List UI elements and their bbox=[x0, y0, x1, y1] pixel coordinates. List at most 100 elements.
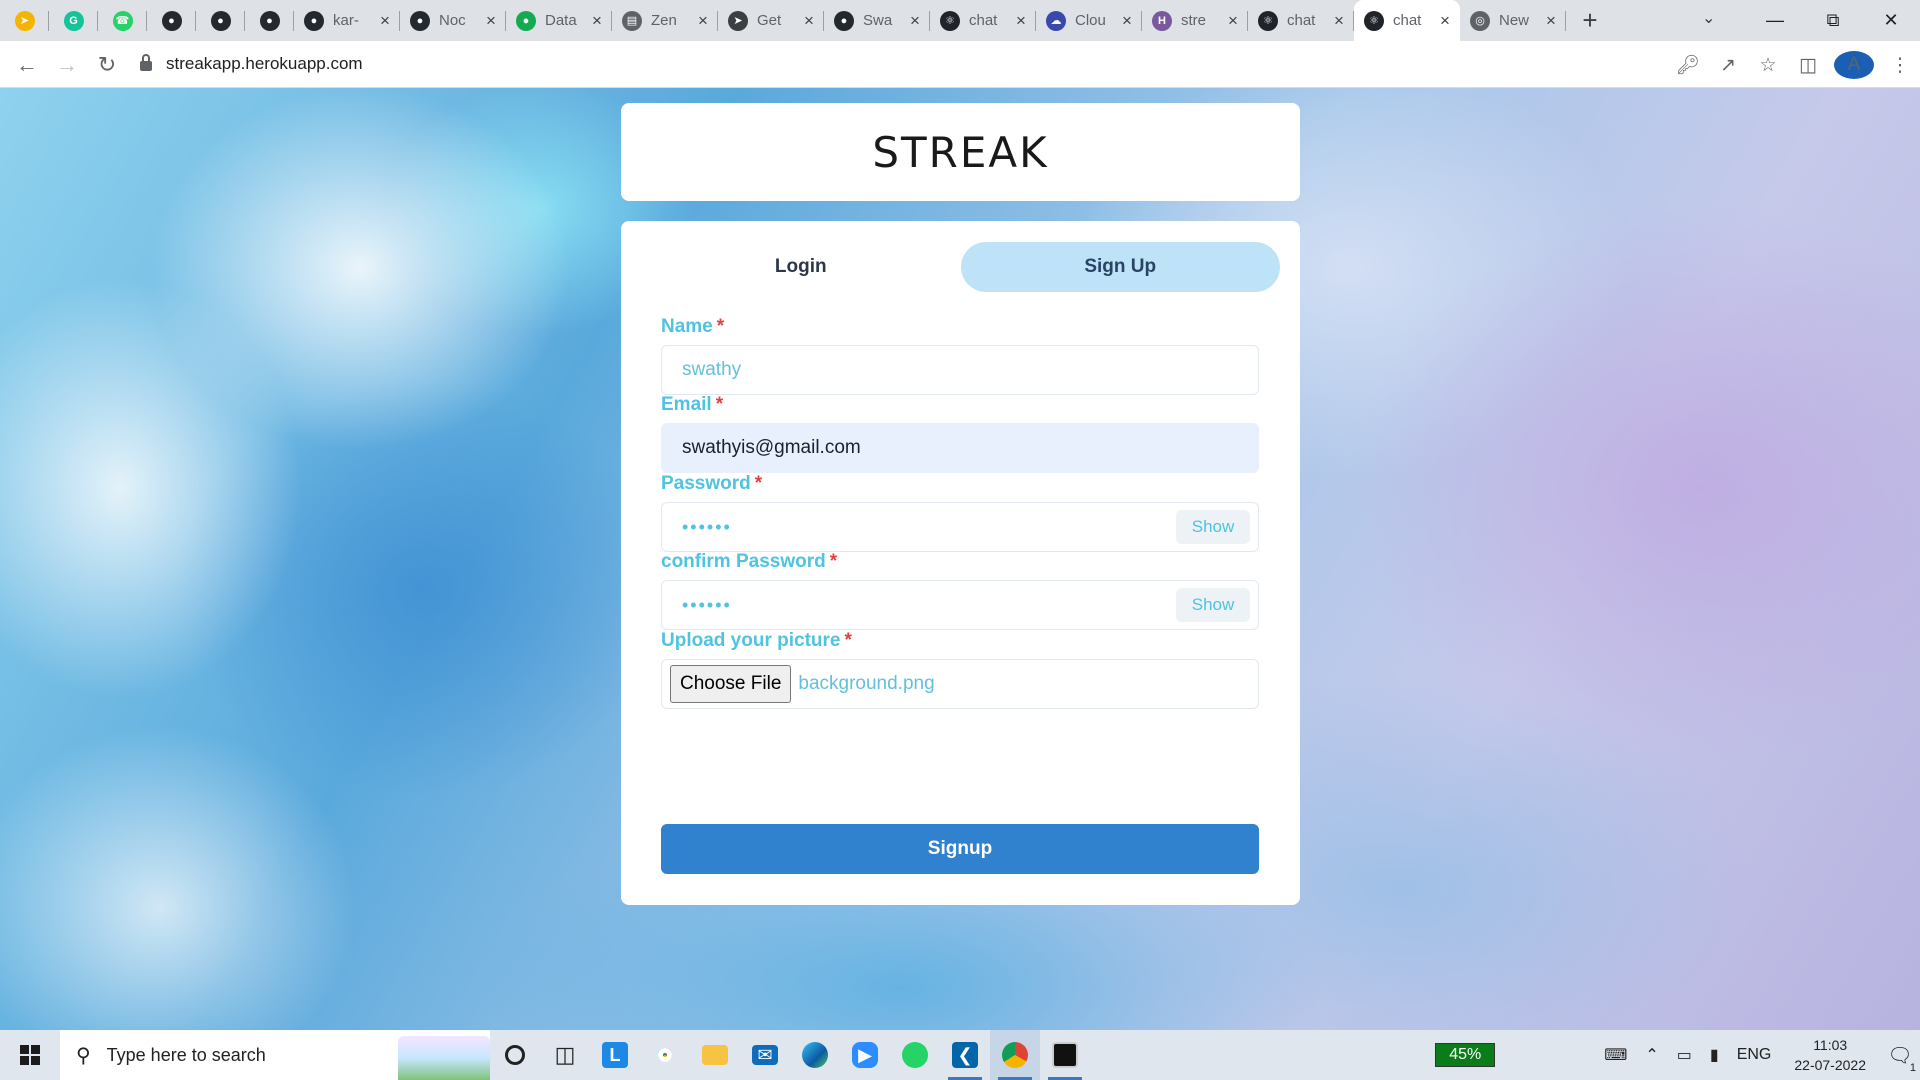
chevron-up-icon[interactable]: ⌃ bbox=[1645, 1045, 1658, 1065]
tab-close-icon[interactable]: × bbox=[376, 11, 394, 30]
password-input[interactable]: •••••• Show bbox=[661, 502, 1259, 552]
notification-icon[interactable]: 🗨︎ 1 bbox=[1880, 1043, 1920, 1074]
bookmark-star-icon[interactable]: ☆ bbox=[1748, 54, 1788, 77]
browser-tab[interactable]: ◎ New × bbox=[1460, 0, 1566, 41]
zoom-icon[interactable]: ▶ bbox=[840, 1030, 890, 1080]
task-view-icon[interactable]: ◫ bbox=[540, 1030, 590, 1080]
mongodb-icon: ● bbox=[516, 10, 536, 31]
side-panel-icon[interactable]: ◫ bbox=[1788, 54, 1828, 77]
email-input[interactable]: swathyis@gmail.com bbox=[661, 423, 1259, 473]
browser-tab[interactable]: ● Data × bbox=[506, 0, 612, 41]
github-icon: ● bbox=[410, 10, 430, 31]
new-tab-button[interactable]: + bbox=[1570, 0, 1610, 41]
browser-tab-active[interactable]: ⚛ chat × bbox=[1354, 0, 1460, 41]
browser-tab[interactable]: ● bbox=[147, 0, 196, 41]
clock[interactable]: 11:03 22-07-2022 bbox=[1794, 1035, 1866, 1075]
browser-tab[interactable]: G bbox=[49, 0, 98, 41]
browser-tab[interactable]: ● Swa × bbox=[824, 0, 930, 41]
tab-close-icon[interactable]: × bbox=[1330, 11, 1348, 30]
github-icon: ● bbox=[161, 10, 182, 31]
browser-tab[interactable]: ● bbox=[196, 0, 245, 41]
tab-title: chat bbox=[1393, 12, 1422, 29]
browser-tab[interactable]: ➤ bbox=[0, 0, 49, 41]
battery-percent-badge[interactable]: 45% bbox=[1435, 1043, 1496, 1067]
tab-close-icon[interactable]: × bbox=[694, 11, 712, 30]
required-marker: * bbox=[829, 551, 838, 572]
tab-close-icon[interactable]: × bbox=[1224, 11, 1242, 30]
email-label: Email * bbox=[661, 394, 723, 416]
tab-close-icon[interactable]: × bbox=[482, 11, 500, 30]
browser-tab[interactable]: ⚛ chat × bbox=[930, 0, 1036, 41]
tab-title: chat bbox=[969, 12, 998, 29]
tab-close-icon[interactable]: × bbox=[1436, 11, 1454, 30]
chrome-profile-icon[interactable] bbox=[990, 1030, 1040, 1080]
grammarly-icon: G bbox=[63, 10, 84, 31]
taskbar-search[interactable]: ⚲ Type here to search bbox=[60, 1030, 490, 1080]
tab-close-icon[interactable]: × bbox=[1118, 11, 1136, 30]
l-app-icon[interactable]: L bbox=[590, 1030, 640, 1080]
terminal-icon[interactable] bbox=[1040, 1030, 1090, 1080]
browser-tab[interactable]: ● bbox=[245, 0, 294, 41]
profile-avatar[interactable]: A bbox=[1834, 51, 1874, 79]
key-icon[interactable]: 🔑︎ bbox=[1668, 53, 1708, 77]
edge-icon[interactable] bbox=[790, 1030, 840, 1080]
browser-tab[interactable]: ⚛ chat × bbox=[1248, 0, 1354, 41]
windows-icon bbox=[20, 1045, 40, 1065]
password-show-button[interactable]: Show bbox=[1176, 510, 1250, 544]
tab-search-chevron-icon[interactable]: ⌄ bbox=[1702, 8, 1715, 28]
start-button[interactable] bbox=[0, 1030, 60, 1080]
language-indicator[interactable]: ENG bbox=[1737, 1046, 1772, 1064]
tab-signup[interactable]: Sign Up bbox=[960, 242, 1280, 292]
name-value: swathy bbox=[682, 359, 742, 380]
tab-title: Swa bbox=[863, 12, 893, 29]
vscode-icon[interactable]: ❮ bbox=[940, 1030, 990, 1080]
tab-close-icon[interactable]: × bbox=[906, 11, 924, 30]
back-arrow-icon[interactable]: ← bbox=[12, 50, 42, 80]
menu-kebab-icon[interactable]: ⋮ bbox=[1880, 54, 1920, 77]
lock-icon[interactable] bbox=[140, 54, 152, 71]
signup-button[interactable]: Signup bbox=[661, 824, 1259, 874]
url-text[interactable]: streakapp.herokuapp.com bbox=[166, 54, 363, 74]
cortana-icon[interactable] bbox=[490, 1030, 540, 1080]
picture-label: Upload your picture * bbox=[661, 630, 852, 652]
keyboard-icon[interactable]: ⌨ bbox=[1604, 1045, 1627, 1065]
device-icon[interactable]: ▭ bbox=[1677, 1045, 1692, 1065]
browser-tab[interactable]: ● kar- × bbox=[294, 0, 400, 41]
browser-tab[interactable]: Hstre × bbox=[1142, 0, 1248, 41]
name-input[interactable]: swathy bbox=[661, 345, 1259, 395]
tab-login[interactable]: Login bbox=[641, 242, 961, 292]
chrome-icon[interactable] bbox=[640, 1030, 690, 1080]
confirm-password-label-text: confirm Password bbox=[661, 551, 826, 572]
close-window-icon[interactable]: ✕ bbox=[1862, 10, 1920, 31]
confirm-password-show-button[interactable]: Show bbox=[1176, 588, 1250, 622]
clock-time: 11:03 bbox=[1813, 1037, 1848, 1053]
forward-arrow-icon[interactable]: → bbox=[52, 50, 82, 80]
browser-tab[interactable]: ▤ Zen × bbox=[612, 0, 718, 41]
tab-close-icon[interactable]: × bbox=[588, 11, 606, 30]
file-explorer-icon[interactable] bbox=[690, 1030, 740, 1080]
browser-tab[interactable]: ☎ bbox=[98, 0, 147, 41]
maximize-icon[interactable]: ⧉ bbox=[1804, 10, 1862, 31]
mail-icon[interactable]: ✉ bbox=[740, 1030, 790, 1080]
browser-tab[interactable]: ☁ Clou × bbox=[1036, 0, 1142, 41]
address-bar[interactable]: streakapp.herokuapp.com bbox=[140, 47, 1640, 81]
battery-icon[interactable]: ▮ bbox=[1710, 1045, 1719, 1065]
react-icon: ⚛ bbox=[1258, 10, 1278, 31]
browser-tab[interactable]: ● Noc × bbox=[400, 0, 506, 41]
whatsapp-icon[interactable] bbox=[890, 1030, 940, 1080]
browser-tab[interactable]: ➤ Get × bbox=[718, 0, 824, 41]
window-controls: — ⧉ ✕ bbox=[1746, 0, 1920, 41]
tab-close-icon[interactable]: × bbox=[1542, 11, 1560, 30]
auth-tabs: Login Sign Up bbox=[641, 242, 1280, 292]
share-icon[interactable]: ↗ bbox=[1708, 54, 1748, 77]
react-icon: ⚛ bbox=[1364, 10, 1384, 31]
choose-file-button[interactable]: Choose File bbox=[670, 665, 792, 703]
tab-close-icon[interactable]: × bbox=[800, 11, 818, 30]
tab-title: Get bbox=[757, 12, 782, 29]
reload-icon[interactable]: ↻ bbox=[92, 50, 122, 80]
github-icon: ● bbox=[210, 10, 231, 31]
minimize-icon[interactable]: — bbox=[1746, 10, 1804, 31]
tab-title: Noc bbox=[439, 12, 466, 29]
tab-close-icon[interactable]: × bbox=[1012, 11, 1030, 30]
confirm-password-input[interactable]: •••••• Show bbox=[661, 580, 1259, 630]
